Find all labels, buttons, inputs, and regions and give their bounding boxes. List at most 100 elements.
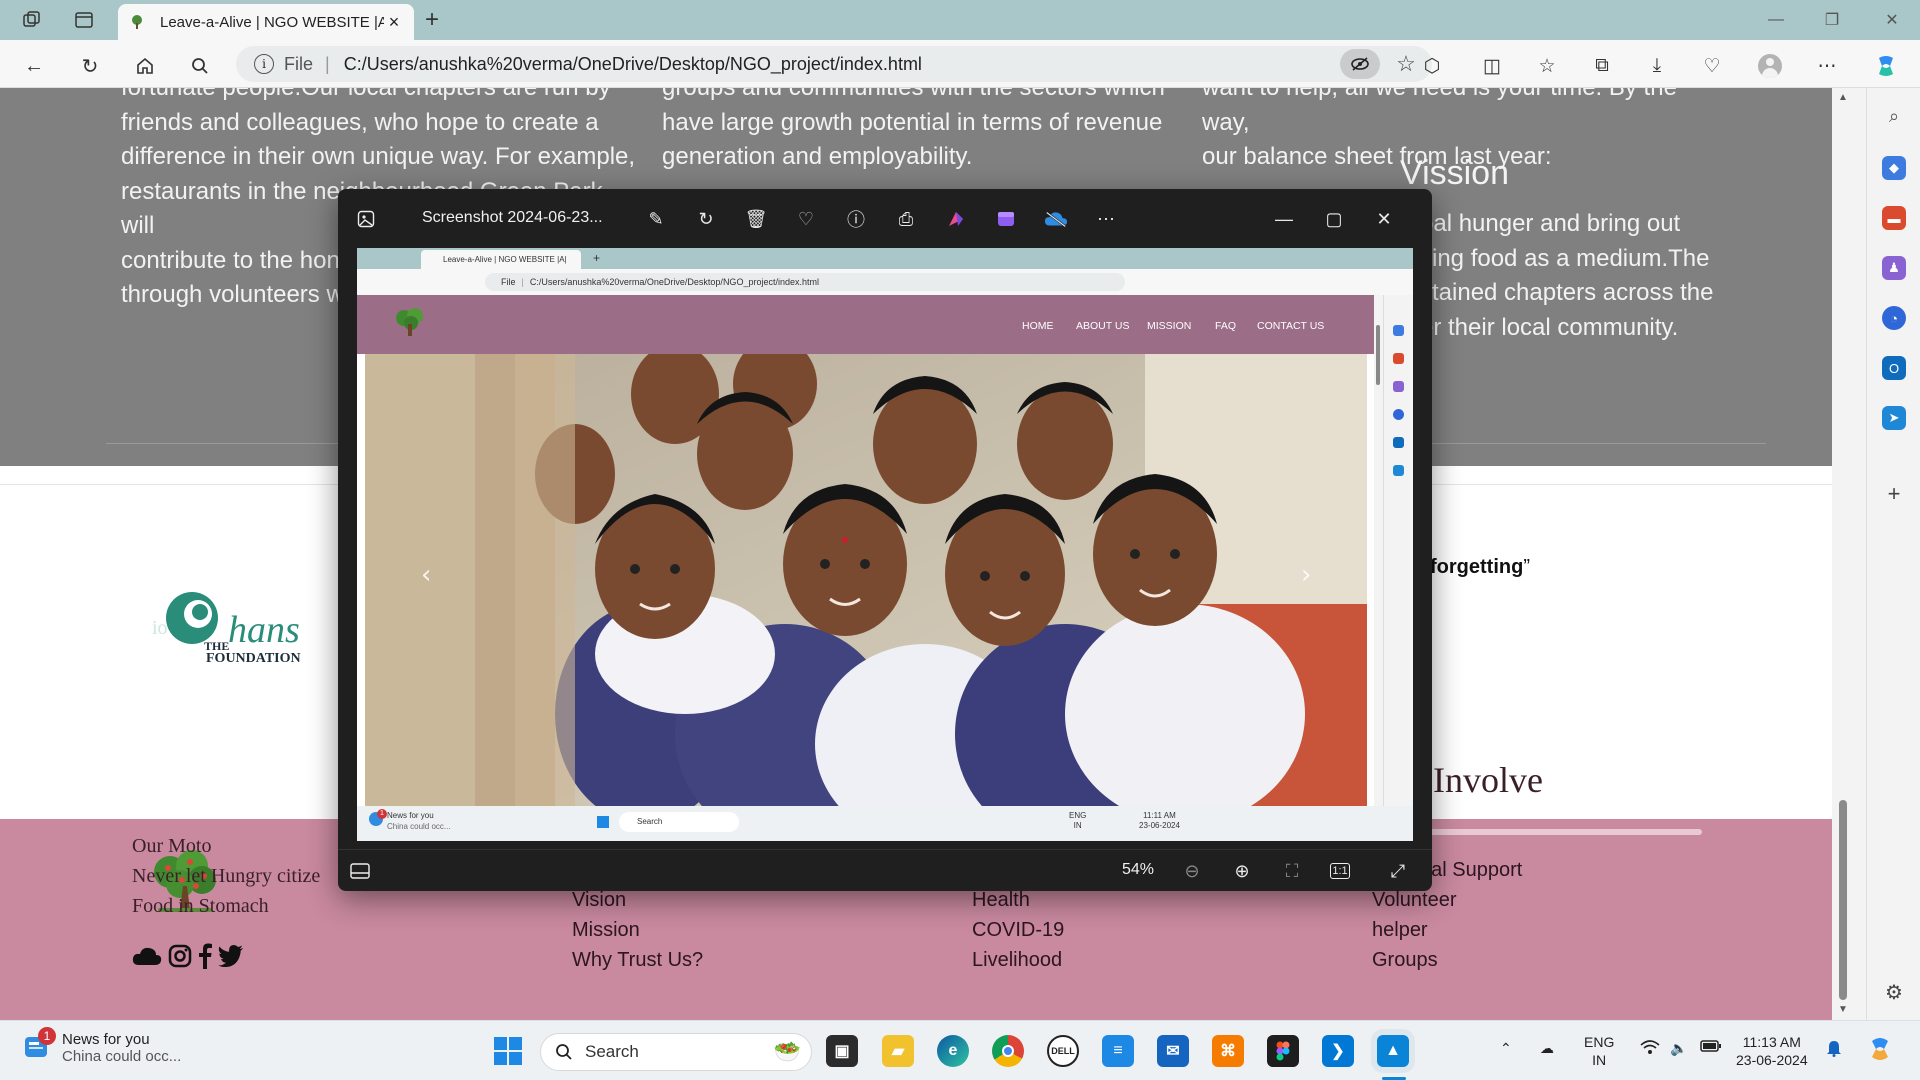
scrollbar-thumb[interactable] [1839,800,1847,1000]
text-line: want to help, all we need is your time. … [1202,88,1677,136]
actual-size-icon[interactable]: 1:1 [1330,863,1350,879]
scroll-up-icon[interactable]: ▲ [1838,92,1848,103]
active-tab[interactable]: Leave-a-Alive | NGO WEBSITE |A| × [118,4,414,40]
sidebar-send-icon[interactable]: ➤ [1882,406,1906,430]
favorite-heart-icon[interactable]: ♡ [794,207,818,231]
profile-avatar[interactable] [1756,52,1784,80]
site-info-icon[interactable]: i [254,54,274,74]
notepad-icon[interactable]: ≡ [1102,1035,1134,1067]
close-tab-icon[interactable]: × [384,12,404,33]
twitter-icon[interactable] [218,945,244,972]
clock-time: 11:13 AM [1742,1034,1801,1050]
footer-link-livelihood[interactable]: Livelihood [972,949,1062,972]
delete-icon[interactable]: 🗑 [744,207,768,231]
footer-link-helper[interactable]: helper [1372,919,1428,942]
cloud-icon[interactable] [132,946,162,971]
news-widget[interactable]: 1 News for you China could occ... [22,1027,181,1065]
extensions-icon[interactable]: ⬡ [1418,52,1446,80]
tab-actions-icon[interactable] [72,8,96,32]
footer-link-volunteer[interactable]: Volunteer [1372,889,1457,912]
sidebar-tag-icon[interactable]: ◆ [1882,156,1906,180]
footer-link-support[interactable]: ual Support [1420,859,1522,882]
battery-icon[interactable] [1700,1039,1722,1057]
task-view-icon[interactable]: ▣ [826,1035,858,1067]
file-explorer-icon[interactable]: ▰ [882,1035,914,1067]
clipchamp-icon[interactable] [994,207,1018,231]
xampp-icon[interactable]: ⌘ [1212,1035,1244,1067]
fit-to-window-icon[interactable]: ⛶ [1280,859,1304,883]
edge-icon[interactable]: e [937,1035,969,1067]
sidebar-settings-icon[interactable]: ⚙ [1882,980,1906,1004]
photos-icon[interactable]: ▲ [1377,1035,1409,1067]
footer-link-covid[interactable]: COVID-19 [972,919,1064,942]
downloads-icon[interactable]: ⤓ [1643,52,1671,80]
inner-site-navbar: HOME ABOUT US MISSION FAQ CONTACT US [357,295,1374,354]
volume-icon[interactable]: 🔈 [1670,1039,1687,1057]
search-icon[interactable] [186,52,214,80]
viewer-maximize-icon[interactable]: ▢ [1322,207,1346,231]
footer-link-groups[interactable]: Groups [1372,949,1438,972]
chrome-icon[interactable] [992,1035,1024,1067]
workspaces-icon[interactable] [20,8,44,32]
collections-icon[interactable]: ⧉ [1588,52,1616,80]
onedrive-tray-icon[interactable]: ☁ [1540,1039,1554,1057]
footer-link-mission[interactable]: Mission [572,919,640,942]
sidebar-toolbox-icon[interactable]: ▬ [1882,206,1906,230]
zoom-out-icon[interactable]: ⊖ [1180,859,1204,883]
windows-taskbar: 1 News for you China could occ... Search… [0,1020,1920,1080]
show-hidden-icons[interactable]: ⌃ [1500,1039,1512,1057]
vscode-icon[interactable]: ❯ [1322,1035,1354,1067]
viewer-minimize-icon[interactable]: — [1272,207,1296,231]
print-icon[interactable]: ⎙ [894,207,918,231]
gallery-icon[interactable] [354,207,378,231]
sidebar-games-icon[interactable]: ♟ [1882,256,1906,280]
browser-essentials-icon[interactable]: ♡ [1698,52,1726,80]
scroll-down-icon[interactable]: ▼ [1838,1004,1848,1015]
filmstrip-icon[interactable] [348,859,372,883]
figma-icon[interactable] [1267,1035,1299,1067]
rotate-icon[interactable]: ↻ [694,207,718,231]
text-line: groups and communities with the sectors … [662,88,1182,106]
instagram-icon[interactable] [168,944,192,973]
zoom-in-icon[interactable]: ⊕ [1230,859,1254,883]
home-icon[interactable] [131,52,159,80]
tracking-prevention-icon[interactable] [1340,49,1380,79]
footer-link-why-trust-us[interactable]: Why Trust Us? [572,949,703,972]
sidebar-copilot-icon[interactable]: ◔ [1882,306,1906,330]
minimize-icon[interactable]: — [1748,6,1804,34]
info-icon[interactable]: ⓘ [844,207,868,231]
page-scrollbar[interactable]: ▲ ▼ [1833,88,1855,1020]
sidebar-outlook-icon[interactable]: O [1882,356,1906,380]
sidebar-search-icon[interactable]: ⌕ [1882,104,1906,128]
clock[interactable]: 11:13 AM 23-06-2024 [1736,1033,1808,1069]
close-window-icon[interactable]: ✕ [1864,6,1920,34]
restore-icon[interactable]: ❐ [1804,6,1860,34]
involve-underline [1420,829,1702,835]
viewer-close-icon[interactable]: ✕ [1372,207,1396,231]
more-options-icon[interactable]: ⋯ [1094,207,1118,231]
taskbar-search[interactable]: Search 🥗 [540,1033,812,1071]
refresh-icon[interactable]: ↻ [76,52,104,80]
fullscreen-icon[interactable]: ⤢ [1386,859,1410,883]
language-indicator[interactable]: ENG IN [1584,1033,1614,1069]
more-menu-icon[interactable]: ⋯ [1813,52,1841,80]
onedrive-sync-off-icon[interactable] [1044,207,1068,231]
mail-icon[interactable]: ✉ [1157,1035,1189,1067]
url-field[interactable]: i File | C:/Users/anushka%20verma/OneDri… [236,46,1432,82]
new-tab-icon[interactable]: + [420,6,444,33]
notifications-icon[interactable] [1826,1039,1842,1061]
facebook-icon[interactable] [198,943,212,974]
copilot-taskbar-icon[interactable] [1866,1035,1894,1067]
edit-image-icon[interactable]: ✎ [644,207,668,231]
split-screen-icon[interactable]: ◫ [1478,52,1506,80]
dell-icon[interactable]: DELL [1047,1035,1079,1067]
wifi-icon[interactable] [1640,1039,1660,1059]
favorites-icon[interactable]: ☆ [1533,52,1561,80]
footer-link-health[interactable]: Health [972,889,1030,912]
copilot-icon[interactable] [1872,52,1900,80]
sidebar-add-icon[interactable]: + [1882,481,1906,506]
back-icon[interactable]: ← [20,52,48,80]
start-icon[interactable] [492,1035,524,1067]
footer-link-vision[interactable]: Vision [572,889,626,912]
designer-app-icon[interactable] [944,207,968,231]
